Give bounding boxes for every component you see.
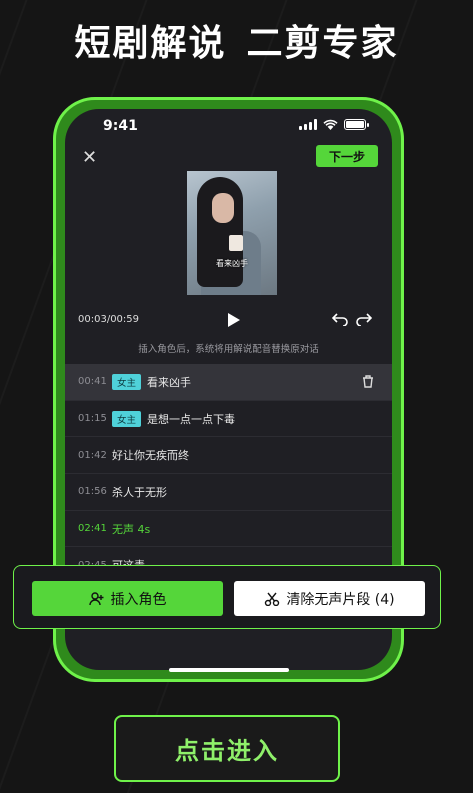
- video-figure-cup: [229, 235, 243, 251]
- subtitle-row[interactable]: 01:56 杀人于无形: [65, 474, 392, 511]
- insert-role-label: 插入角色: [110, 591, 167, 608]
- subtitle-list: 00:41 女主 看来凶手 01:15 女主 是想一点一点下毒 01:42 好让…: [65, 364, 392, 585]
- wifi-icon: [323, 119, 338, 130]
- replace-hint: 插入角色后，系统将用解说配音替换原对话: [138, 344, 319, 355]
- subtitle-row[interactable]: 01:42 好让你无疾而终: [65, 437, 392, 475]
- timecode: 00:03/00:59: [78, 314, 140, 325]
- home-indicator: [169, 668, 289, 672]
- row-text: 无声 4s: [112, 522, 151, 536]
- status-bar: 9:41: [65, 109, 392, 141]
- add-person-icon: [88, 591, 103, 605]
- row-time: 02:41: [78, 523, 107, 535]
- row-time: 01:56: [78, 486, 107, 498]
- play-icon[interactable]: [227, 312, 241, 328]
- video-preview[interactable]: 看来凶手: [187, 171, 277, 295]
- headline-left: 短剧解说: [74, 23, 227, 64]
- role-tag: 女主: [112, 410, 142, 427]
- row-text: 看来凶手: [147, 375, 192, 389]
- action-bar: 插入角色 清除无声片段 (4): [13, 565, 441, 629]
- headline: 短剧解说 二剪专家: [0, 14, 473, 66]
- video-figure-face: [212, 193, 234, 223]
- scissors-icon: [265, 592, 280, 606]
- role-tag: 女主: [112, 373, 142, 390]
- subtitle-row[interactable]: 00:41 女主 看来凶手: [65, 364, 392, 401]
- signal-icon: [299, 119, 317, 130]
- enter-button[interactable]: 点击进入: [114, 715, 340, 782]
- clear-silence-button[interactable]: 清除无声片段 (4): [234, 581, 425, 616]
- row-text: 杀人于无形: [112, 485, 167, 499]
- row-time: 00:41: [78, 376, 107, 388]
- trash-icon[interactable]: [362, 375, 374, 388]
- status-time: 9:41: [103, 118, 138, 134]
- row-time: 01:42: [78, 449, 107, 461]
- undo-icon[interactable]: [332, 312, 348, 326]
- clear-silence-label: 清除无声片段 (4): [286, 591, 395, 608]
- next-step-button[interactable]: 下一步: [316, 145, 378, 167]
- close-icon[interactable]: ✕: [82, 147, 97, 168]
- battery-icon: [344, 119, 369, 130]
- status-icons: [299, 119, 369, 130]
- subtitle-row[interactable]: 01:15 女主 是想一点一点下毒: [65, 401, 392, 438]
- silence-row[interactable]: 02:41 无声 4s: [65, 511, 392, 548]
- insert-role-button[interactable]: 插入角色: [32, 581, 223, 616]
- row-text: 是想一点一点下毒: [147, 412, 236, 426]
- row-text: 好让你无疾而终: [112, 449, 189, 463]
- row-time: 01:15: [78, 413, 107, 425]
- headline-right: 二剪专家: [246, 23, 399, 64]
- redo-icon[interactable]: [356, 312, 372, 326]
- video-subtitle: 看来凶手: [216, 259, 248, 268]
